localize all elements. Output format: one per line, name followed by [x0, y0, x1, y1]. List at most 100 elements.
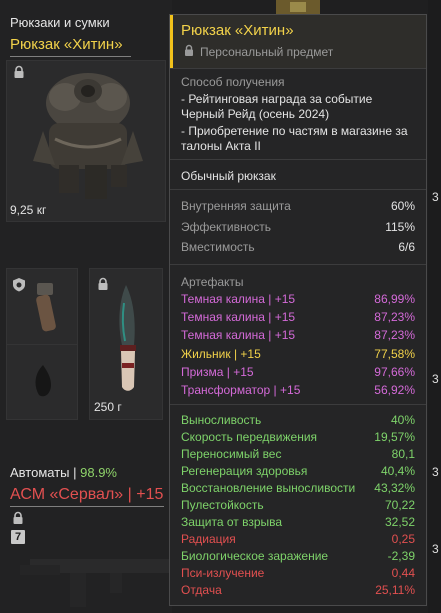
- effect-name: Скорость передвижения: [181, 430, 318, 444]
- effect-name: Радиация: [181, 532, 236, 546]
- weapon-tier-badge: 7: [11, 530, 25, 544]
- stat-value: 60%: [390, 199, 415, 213]
- artifact-container-icon: [36, 283, 56, 332]
- effect-name: Отдача: [181, 583, 222, 597]
- stat-label: Внутренняя защита: [181, 199, 291, 213]
- lock-icon: [185, 44, 193, 56]
- effect-row: Пси-излучение 0,44: [181, 566, 415, 580]
- weapons-category-pct: 98.9%: [80, 465, 117, 480]
- effect-row: Радиация 0,25: [181, 532, 415, 546]
- effect-value: 80,1: [391, 447, 415, 461]
- effect-name: Выносливость: [181, 413, 262, 427]
- right-strip-digit: 3: [432, 372, 439, 386]
- effect-value: 0,44: [391, 566, 415, 580]
- lock-icon: [98, 277, 108, 290]
- stat-label: Эффективность: [181, 220, 272, 234]
- right-strip-digit: 3: [432, 542, 439, 556]
- effect-row: Переносимый вес 80,1: [181, 447, 415, 461]
- weapons-category-separator: |: [69, 465, 81, 480]
- effect-name: Восстановление выносливости: [181, 481, 356, 495]
- rifle-icon: [20, 559, 170, 607]
- effect-row: Защита от взрыва 32,52: [181, 515, 415, 529]
- artifact-name: Трансформатор | +15: [181, 383, 301, 397]
- artifact-name: Темная калина | +15: [181, 328, 296, 343]
- knife-icon: [119, 285, 136, 391]
- lock-icon: [14, 65, 24, 78]
- backpack-slot[interactable]: [6, 60, 166, 222]
- effect-value: -2,39: [387, 549, 415, 563]
- artifact-value: 86,99%: [374, 292, 415, 306]
- lock-icon: [13, 511, 23, 524]
- stat-value: 6/6: [398, 240, 415, 254]
- effect-value: 19,57%: [374, 430, 415, 444]
- artifact-row: Жильник | +15 77,58%: [181, 347, 415, 361]
- effect-value: 40,4%: [380, 464, 415, 478]
- effect-row: Биологическое заражение -2,39: [181, 549, 415, 563]
- divider: [170, 189, 426, 190]
- artifact-value: 87,23%: [374, 328, 415, 343]
- stat-value: 115%: [385, 220, 415, 234]
- effect-row: Выносливость 40%: [181, 413, 415, 427]
- effect-name: Пси-излучение: [181, 566, 265, 580]
- title-underline: [10, 56, 131, 57]
- personal-item-label: Персональный предмет: [200, 45, 334, 59]
- artifact-name: Темная калина | +15: [181, 310, 296, 325]
- artifact-row: Темная калина | +15 87,23%: [181, 328, 415, 342]
- effect-name: Переносимый вес: [181, 447, 282, 461]
- artifact-value: 97,66%: [374, 364, 415, 379]
- backpack-category-label: Рюкзаки и сумки: [10, 15, 110, 30]
- container-slot-1[interactable]: [6, 268, 78, 346]
- artifacts-header: Артефакты: [181, 275, 244, 289]
- effect-row: Регенерация здоровья 40,4%: [181, 464, 415, 478]
- artifact-value: 87,23%: [374, 310, 415, 325]
- effect-name: Пулестойкость: [181, 498, 264, 512]
- container-slot-2[interactable]: [6, 344, 78, 420]
- acquisition-line: - Приобретение по частям в магазине за: [181, 124, 408, 138]
- knife-slot[interactable]: [89, 268, 163, 420]
- divider: [170, 159, 426, 160]
- equipped-weapon-name[interactable]: АСМ «Сервал» | +15: [10, 486, 163, 504]
- item-preview-icon: [276, 0, 320, 14]
- effect-row: Восстановление выносливости 43,32%: [181, 481, 415, 495]
- artifact-row: Призма | +15 97,66%: [181, 365, 415, 379]
- effect-row: Пулестойкость 70,22: [181, 498, 415, 512]
- effect-name: Защита от взрыва: [181, 515, 283, 529]
- effect-name: Регенерация здоровья: [181, 464, 308, 478]
- right-strip-digit: 3: [432, 465, 439, 479]
- item-type: Обычный рюкзак: [181, 169, 276, 183]
- weapons-category-label: Автоматы | 98.9%: [10, 465, 117, 480]
- effect-value: 70,22: [384, 498, 415, 512]
- acquisition-line: талоны Акта II: [181, 139, 261, 153]
- divider: [170, 264, 426, 265]
- effect-name: Биологическое заражение: [181, 549, 329, 563]
- divider: [170, 68, 426, 69]
- stat-row: Эффективность 115%: [181, 220, 415, 234]
- knife-weight: 250 г: [94, 400, 122, 414]
- tooltip-title: Рюкзак «Хитин»: [181, 22, 294, 39]
- divider: [170, 404, 426, 405]
- stat-label: Вместимость: [181, 240, 255, 254]
- artifact-silhouette-icon: [35, 365, 51, 397]
- effect-value: 43,32%: [374, 481, 415, 495]
- acquisition-header: Способ получения: [181, 75, 285, 89]
- effect-row: Отдача 25,11%: [181, 583, 415, 597]
- artifact-row: Темная калина | +15 87,23%: [181, 310, 415, 324]
- right-strip-digit: 3: [432, 190, 439, 204]
- acquisition-line: Черный Рейд (осень 2024): [181, 107, 330, 121]
- acquisition-line: - Рейтинговая награда за событие: [181, 92, 373, 106]
- equipped-backpack-name[interactable]: Рюкзак «Хитин»: [10, 36, 123, 53]
- backpack-icon: [33, 73, 143, 199]
- effect-row: Скорость передвижения 19,57%: [181, 430, 415, 444]
- artifact-name: Жильник | +15: [181, 346, 261, 361]
- right-panel-edge: [428, 0, 441, 613]
- effect-value: 40%: [390, 413, 415, 427]
- weapons-category-text: Автоматы: [10, 465, 70, 480]
- artifact-value: 77,58%: [374, 346, 415, 361]
- weapon-underline: [10, 506, 164, 507]
- artifact-row: Трансформатор | +15 56,92%: [181, 383, 415, 397]
- artifact-value: 56,92%: [374, 383, 415, 397]
- artifact-name: Призма | +15: [181, 364, 254, 379]
- artifact-row: Темная калина | +15 86,99%: [181, 292, 415, 306]
- backpack-weight: 9,25 кг: [10, 203, 47, 217]
- effect-value: 0,25: [391, 532, 415, 546]
